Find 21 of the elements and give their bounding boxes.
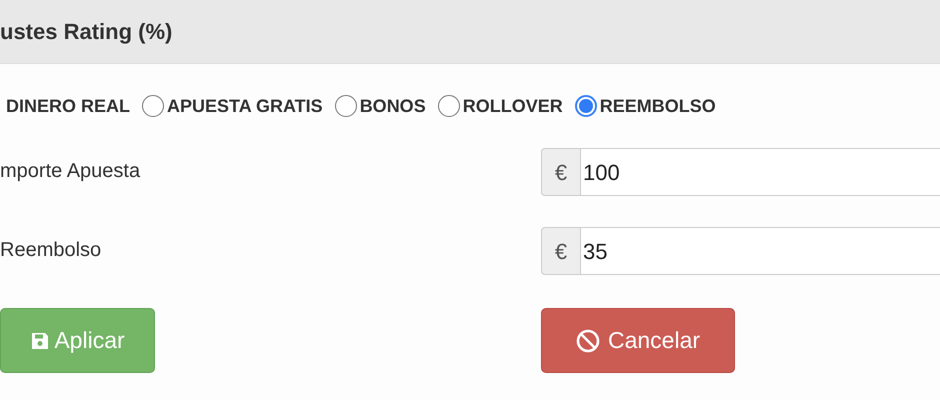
radio-label: ROLLOVER [462, 94, 563, 118]
radio-button[interactable] [334, 95, 357, 117]
radio-label: REEMBOLSO [600, 94, 716, 118]
radio-button[interactable] [574, 95, 597, 117]
currency-addon: € [541, 227, 581, 275]
input-field[interactable]: € 100 [541, 148, 940, 196]
field-label: mporte Apuesta [0, 159, 142, 184]
currency-addon: € [541, 148, 581, 196]
input-field[interactable]: € 35 [541, 227, 940, 275]
cancel-button[interactable]: Cancelar [541, 308, 735, 373]
input-value: 100 [581, 148, 940, 196]
radio-label: DINERO REAL [6, 94, 130, 118]
radio-button[interactable] [142, 95, 164, 117]
save-icon [30, 330, 50, 350]
ban-icon [576, 328, 600, 352]
field-label: Reembolso [0, 238, 102, 263]
radio-button[interactable] [438, 95, 460, 117]
radio-label: BONOS [360, 94, 426, 118]
input-value: 35 [581, 227, 940, 275]
radio-label: APUESTA GRATIS [167, 94, 323, 118]
panel-title: ustes Rating (%) [0, 18, 172, 46]
